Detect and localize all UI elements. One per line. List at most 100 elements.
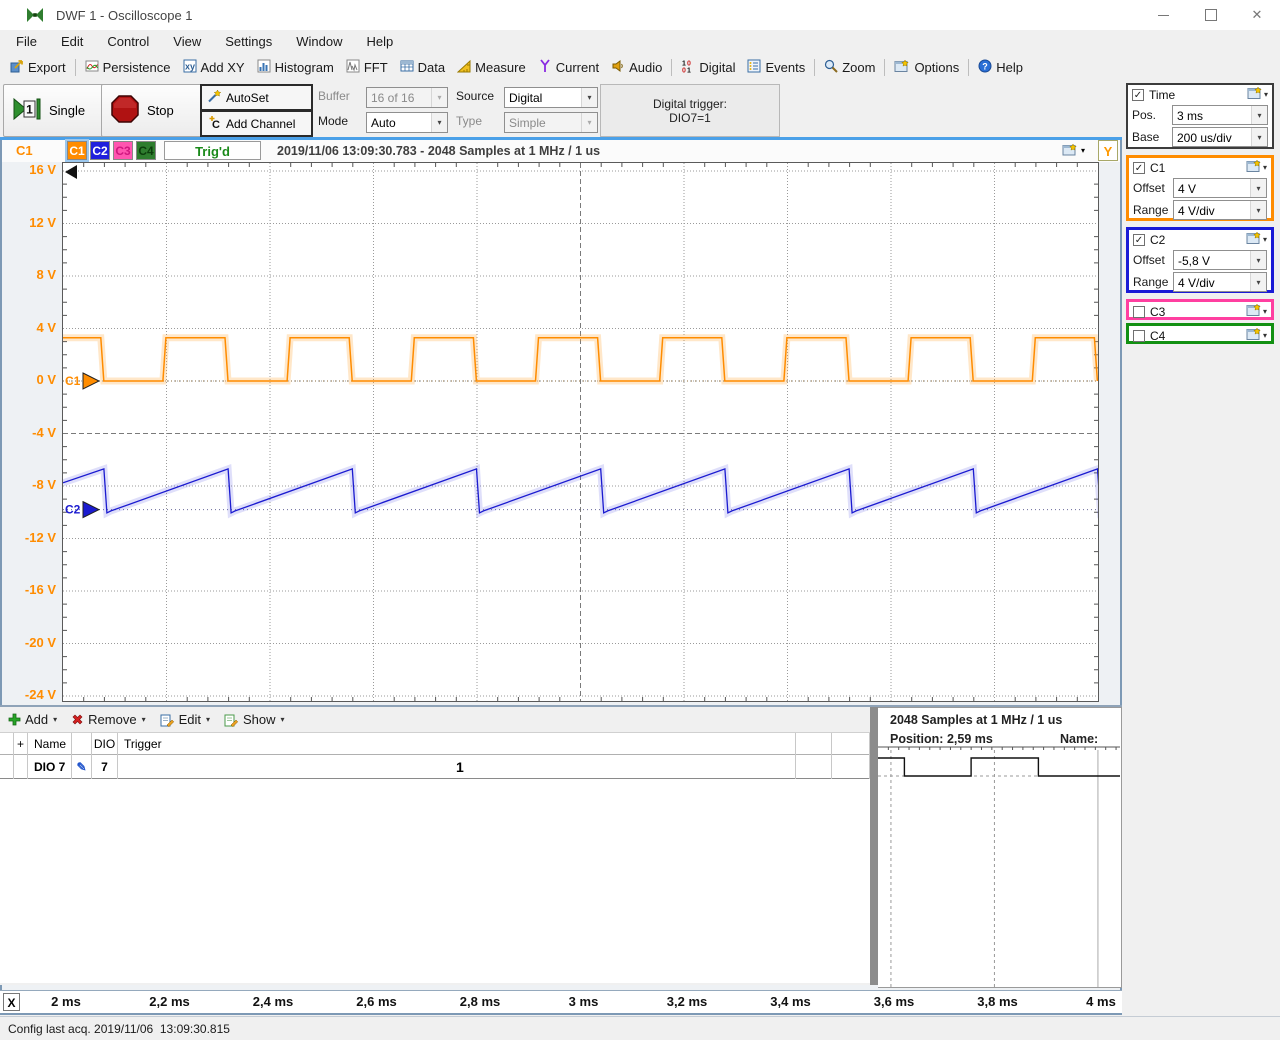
c2-options-button[interactable]: ▾: [1246, 231, 1267, 248]
single-button-label: Single: [49, 103, 85, 118]
menu-window[interactable]: Window: [284, 30, 354, 54]
toolbar-help-button[interactable]: ?Help: [972, 56, 1029, 78]
x-axis-bar: X 2 ms2,2 ms2,4 ms2,6 ms2,8 ms3 ms3,2 ms…: [0, 990, 1122, 1015]
source-label: Source: [456, 89, 494, 103]
right-sidebar: ✓Time▾Pos.3 ms▾Base200 us/div▾✓C1▾Offset…: [1122, 80, 1280, 1016]
c2-offset-select[interactable]: -5,8 V▾: [1173, 250, 1267, 270]
menu-view[interactable]: View: [161, 30, 213, 54]
c2-range-select[interactable]: 4 V/div▾: [1173, 272, 1267, 292]
table-row-dio-7[interactable]: DIO 7✎71: [0, 755, 870, 779]
stop-button-label: Stop: [147, 103, 174, 118]
pencil-icon[interactable]: ✎: [72, 755, 92, 779]
menu-settings[interactable]: Settings: [213, 30, 284, 54]
channel-tab-c1[interactable]: C1: [67, 141, 87, 160]
digital-toolbar: Add▾ Remove▾ Edit▾ Show▾: [0, 707, 870, 733]
toolbar-histogram-button[interactable]: Histogram: [251, 56, 340, 78]
trigger-value: 1: [456, 759, 464, 775]
c3-label: C3: [1150, 305, 1165, 319]
source-select[interactable]: Digital▾: [504, 87, 598, 108]
c1-label: C1: [1150, 161, 1165, 175]
gear-icon: [1062, 143, 1079, 157]
toolbar-options-button[interactable]: Options: [888, 56, 965, 78]
c1-checkbox[interactable]: ✓: [1133, 162, 1145, 174]
toolbar-export-button[interactable]: Export: [4, 56, 72, 78]
time-options-button[interactable]: ▾: [1247, 86, 1268, 103]
mode-select[interactable]: Auto▾: [366, 112, 448, 133]
channel-tab-c3[interactable]: C3: [113, 141, 133, 160]
menu-file[interactable]: File: [4, 30, 49, 54]
stop-button[interactable]: Stop: [101, 84, 214, 137]
digital-trigger-info: Digital trigger: DIO7=1: [600, 84, 780, 137]
trigger-position-marker[interactable]: [65, 165, 77, 179]
c2-checkbox[interactable]: ✓: [1133, 234, 1145, 246]
time-base-select[interactable]: 200 us/div▾: [1172, 127, 1268, 147]
buffer-select[interactable]: 16 of 16▾: [366, 87, 448, 108]
menu-help[interactable]: Help: [354, 30, 405, 54]
maximize-button[interactable]: [1188, 0, 1234, 30]
pane-splitter[interactable]: [870, 707, 878, 985]
dio7-preview-waveform[interactable]: [878, 746, 1120, 987]
toolbar-zoom-button[interactable]: Zoom: [818, 56, 881, 78]
autoset-button[interactable]: AutoSet: [200, 84, 313, 111]
c2-range_label: Range: [1133, 275, 1171, 289]
toolbar-persistence-button[interactable]: Persistence: [79, 56, 177, 78]
c1-range_label: Range: [1133, 203, 1171, 217]
toolbar-audio-button[interactable]: Audio: [605, 56, 668, 78]
window-title: DWF 1 - Oscilloscope 1: [56, 8, 193, 23]
digital-edit-button[interactable]: Edit▾: [160, 712, 210, 727]
menu-control[interactable]: Control: [95, 30, 161, 54]
toolbar-current-button[interactable]: Current: [532, 56, 605, 78]
minimize-button[interactable]: [1140, 0, 1186, 30]
toolbar-add-xy-button[interactable]: xyAdd XY: [177, 56, 251, 78]
x-axis-button[interactable]: X: [3, 993, 20, 1011]
scope-plot[interactable]: C1C2: [62, 162, 1099, 702]
menu-edit[interactable]: Edit: [49, 30, 95, 54]
x-tick-label: 2 ms: [51, 994, 81, 1009]
type-select[interactable]: Simple▾: [504, 112, 598, 133]
chevron-down-icon: ▾: [1263, 307, 1267, 316]
plot-options-button[interactable]: ▾: [1062, 143, 1085, 157]
c4-options-button[interactable]: ▾: [1246, 327, 1267, 344]
time-checkbox[interactable]: ✓: [1132, 89, 1144, 101]
offset-marker-c1[interactable]: [83, 373, 99, 389]
toolbar-events-button[interactable]: Events: [741, 56, 811, 78]
x-tick-label: 3 ms: [569, 994, 599, 1009]
time-pos-select[interactable]: 3 ms▾: [1172, 105, 1268, 125]
offset-marker-c2[interactable]: [83, 502, 99, 518]
channel-tab-c2[interactable]: C2: [90, 141, 110, 160]
c3-options-button[interactable]: ▾: [1246, 303, 1267, 320]
c3-checkbox[interactable]: [1133, 306, 1145, 318]
c1-options-button[interactable]: ▾: [1246, 159, 1267, 176]
scope-waveform-svg[interactable]: C1C2: [63, 163, 1098, 701]
chevron-down-icon: ▾: [1251, 106, 1267, 124]
add-channel-button[interactable]: C Add Channel: [200, 110, 313, 137]
digital-show-button[interactable]: Show▾: [224, 712, 285, 727]
svg-text:1: 1: [687, 67, 691, 73]
control-bar: 1 Single Stop AutoSet C Add Channel Buff…: [0, 80, 1280, 137]
c1-range-select[interactable]: 4 V/div▾: [1173, 200, 1267, 220]
c1-offset-select[interactable]: 4 V▾: [1173, 178, 1267, 198]
x-tick-label: 3,8 ms: [977, 994, 1017, 1009]
single-button[interactable]: 1 Single: [3, 84, 116, 137]
toolbar-measure-button[interactable]: Measure: [451, 56, 532, 78]
channel-tab-c4[interactable]: C4: [136, 141, 156, 160]
events-icon: [747, 59, 761, 76]
toolbar-data-button[interactable]: Data: [394, 56, 451, 78]
y-axis-button[interactable]: Y: [1098, 140, 1118, 161]
channel-tab-row: C1 C1C2C3C4 Trig'd 2019/11/06 13:09:30.7…: [2, 140, 1120, 162]
digital-add-button[interactable]: Add▾: [8, 712, 57, 727]
digital-remove-button[interactable]: Remove▾: [71, 712, 145, 727]
c4-checkbox[interactable]: [1133, 330, 1145, 342]
buffer-label: Buffer: [318, 89, 350, 103]
y-tick-label: 12 V: [4, 215, 56, 230]
header-cell: +: [14, 733, 28, 755]
gear-icon: [1247, 86, 1263, 103]
dio-cell: 7: [92, 755, 118, 779]
y-tick-label: -24 V: [4, 687, 56, 702]
close-button[interactable]: ✕: [1234, 0, 1280, 30]
current-icon: [538, 59, 552, 76]
toolbar-separator: [884, 59, 885, 76]
digital-preview-panel: 2048 Samples at 1 MHz / 1 us Position: 2…: [878, 707, 1122, 988]
toolbar-digital-button[interactable]: 1001Digital: [675, 56, 741, 78]
toolbar-fft-button[interactable]: FFT: [340, 56, 394, 78]
